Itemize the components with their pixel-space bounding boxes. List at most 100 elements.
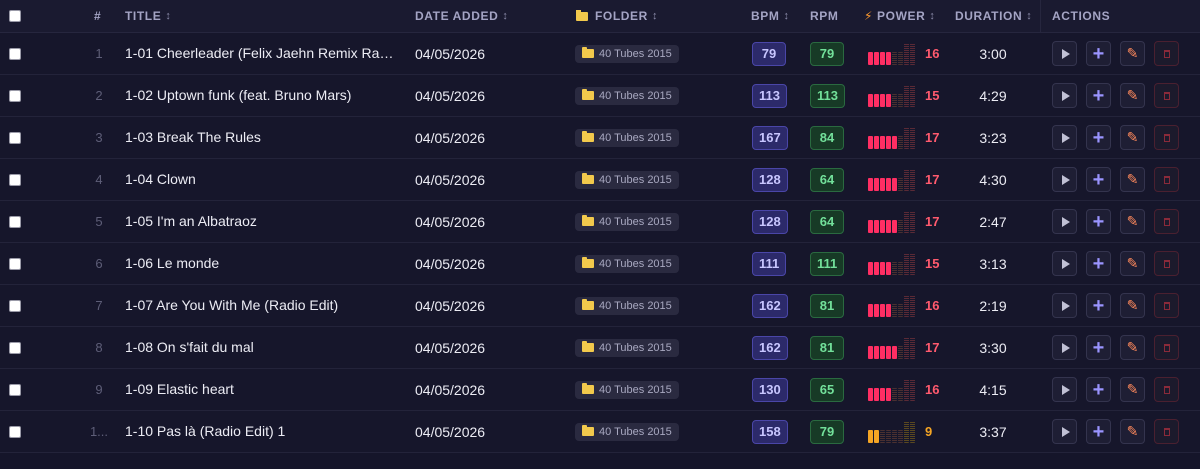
folder-icon (582, 299, 594, 310)
table-row[interactable]: 2 1-02 Uptown funk (feat. Bruno Mars) 04/0… (0, 75, 1200, 117)
power-segment (892, 429, 897, 443)
folder-badge[interactable]: 40 Tubes 2015 (575, 254, 679, 273)
edit-button[interactable]: ✎ (1120, 377, 1145, 402)
row-checkbox[interactable] (9, 117, 21, 158)
edit-button[interactable]: ✎ (1120, 419, 1145, 444)
play-button[interactable] (1052, 293, 1077, 318)
play-button[interactable] (1052, 335, 1077, 360)
delete-button[interactable] (1154, 293, 1179, 318)
folder-badge[interactable]: 40 Tubes 2015 (575, 128, 679, 147)
table-row[interactable]: 1... 1-10 Pas là (Radio Edit) 1 04/05/2026… (0, 411, 1200, 453)
folder-badge[interactable]: 40 Tubes 2015 (575, 212, 679, 231)
table-row[interactable]: 8 1-08 On s'fait du mal 04/05/2026 40 Tubes… (0, 327, 1200, 369)
add-to-playlist-button[interactable]: + (1086, 83, 1111, 108)
header-power[interactable]: ⚡ POWER ↕ (864, 0, 935, 32)
header-title[interactable]: TITLE ↕ (125, 0, 171, 32)
delete-button[interactable] (1154, 209, 1179, 234)
play-button[interactable] (1052, 377, 1077, 402)
folder-icon (582, 257, 594, 268)
edit-button[interactable]: ✎ (1120, 251, 1145, 276)
table-row[interactable]: 9 1-09 Elastic heart 04/05/2026 40 Tubes 20… (0, 369, 1200, 411)
add-to-playlist-button[interactable]: + (1086, 335, 1111, 360)
edit-button[interactable]: ✎ (1120, 293, 1145, 318)
play-button[interactable] (1052, 83, 1077, 108)
header-duration[interactable]: DURATION ↕ (955, 0, 1032, 32)
add-to-playlist-button[interactable]: + (1086, 125, 1111, 150)
power-segment (910, 336, 915, 359)
folder-icon (582, 425, 594, 436)
track-title-cell: 1-07 Are You With Me (Radio Edit) (125, 285, 397, 326)
row-checkbox[interactable] (9, 33, 21, 74)
add-to-playlist-button[interactable]: + (1086, 377, 1111, 402)
power-segment (886, 345, 891, 359)
edit-button[interactable]: ✎ (1120, 209, 1145, 234)
pencil-icon: ✎ (1126, 381, 1139, 397)
header-bpm[interactable]: BPM ↕ (751, 0, 790, 32)
power-segment (886, 261, 891, 275)
rpm-badge: 81 (810, 293, 844, 318)
folder-badge[interactable]: 40 Tubes 2015 (575, 422, 679, 441)
folder-icon (582, 131, 594, 142)
edit-button[interactable]: ✎ (1120, 83, 1145, 108)
delete-button[interactable] (1154, 83, 1179, 108)
delete-button[interactable] (1154, 167, 1179, 192)
power-value: 15 (925, 88, 940, 103)
power-segment (880, 303, 885, 317)
table-row[interactable]: 1 1-01 Cheerleader (Felix Jaehn Remix Rad… (0, 33, 1200, 75)
row-checkbox[interactable] (9, 75, 21, 116)
track-title-cell: 1-08 On s'fait du mal (125, 327, 397, 368)
row-checkbox[interactable] (9, 201, 21, 242)
delete-button[interactable] (1154, 419, 1179, 444)
add-to-playlist-button[interactable]: + (1086, 419, 1111, 444)
table-row[interactable]: 7 1-07 Are You With Me (Radio Edit) 04/05/… (0, 285, 1200, 327)
table-row[interactable]: 6 1-06 Le monde 04/05/2026 40 Tubes 2015 111… (0, 243, 1200, 285)
row-checkbox[interactable] (9, 285, 21, 326)
folder-badge[interactable]: 40 Tubes 2015 (575, 44, 679, 63)
folder-cell: 40 Tubes 2015 (575, 369, 679, 410)
folder-badge[interactable]: 40 Tubes 2015 (575, 86, 679, 105)
delete-button[interactable] (1154, 335, 1179, 360)
table-row[interactable]: 4 1-04 Clown 04/05/2026 40 Tubes 2015 128 64 1… (0, 159, 1200, 201)
play-button[interactable] (1052, 419, 1077, 444)
header-date-added[interactable]: DATE ADDED ↕ (415, 0, 508, 32)
folder-badge[interactable]: 40 Tubes 2015 (575, 380, 679, 399)
folder-badge[interactable]: 40 Tubes 2015 (575, 296, 679, 315)
play-button[interactable] (1052, 251, 1077, 276)
folder-icon (582, 215, 594, 226)
header-folder[interactable]: FOLDER ↕ (576, 0, 658, 32)
row-checkbox[interactable] (9, 243, 21, 284)
add-to-playlist-button[interactable]: + (1086, 293, 1111, 318)
folder-badge[interactable]: 40 Tubes 2015 (575, 338, 679, 357)
sort-icon: ↕ (651, 10, 659, 22)
table-row[interactable]: 3 1-03 Break The Rules 04/05/2026 40 Tubes … (0, 117, 1200, 159)
row-checkbox[interactable] (9, 159, 21, 200)
play-button[interactable] (1052, 41, 1077, 66)
add-to-playlist-button[interactable]: + (1086, 209, 1111, 234)
delete-button[interactable] (1154, 41, 1179, 66)
power-segment (868, 387, 873, 401)
add-to-playlist-button[interactable]: + (1086, 41, 1111, 66)
folder-name: 40 Tubes 2015 (599, 299, 672, 312)
play-button[interactable] (1052, 167, 1077, 192)
header-date-label: DATE ADDED (415, 9, 499, 23)
delete-button[interactable] (1154, 377, 1179, 402)
row-checkbox[interactable] (9, 411, 21, 452)
select-all-checkbox[interactable] (9, 0, 21, 32)
edit-button[interactable]: ✎ (1120, 125, 1145, 150)
table-row[interactable]: 5 1-05 I'm an Albatraoz 04/05/2026 40 Tubes… (0, 201, 1200, 243)
delete-button[interactable] (1154, 125, 1179, 150)
track-number: 8 (95, 340, 103, 355)
edit-button[interactable]: ✎ (1120, 335, 1145, 360)
track-number: 7 (95, 298, 103, 313)
edit-button[interactable]: ✎ (1120, 167, 1145, 192)
date-added: 04/05/2026 (415, 381, 486, 398)
play-button[interactable] (1052, 209, 1077, 234)
folder-badge[interactable]: 40 Tubes 2015 (575, 170, 679, 189)
delete-button[interactable] (1154, 251, 1179, 276)
add-to-playlist-button[interactable]: + (1086, 167, 1111, 192)
row-checkbox[interactable] (9, 327, 21, 368)
play-button[interactable] (1052, 125, 1077, 150)
row-checkbox[interactable] (9, 369, 21, 410)
add-to-playlist-button[interactable]: + (1086, 251, 1111, 276)
edit-button[interactable]: ✎ (1120, 41, 1145, 66)
